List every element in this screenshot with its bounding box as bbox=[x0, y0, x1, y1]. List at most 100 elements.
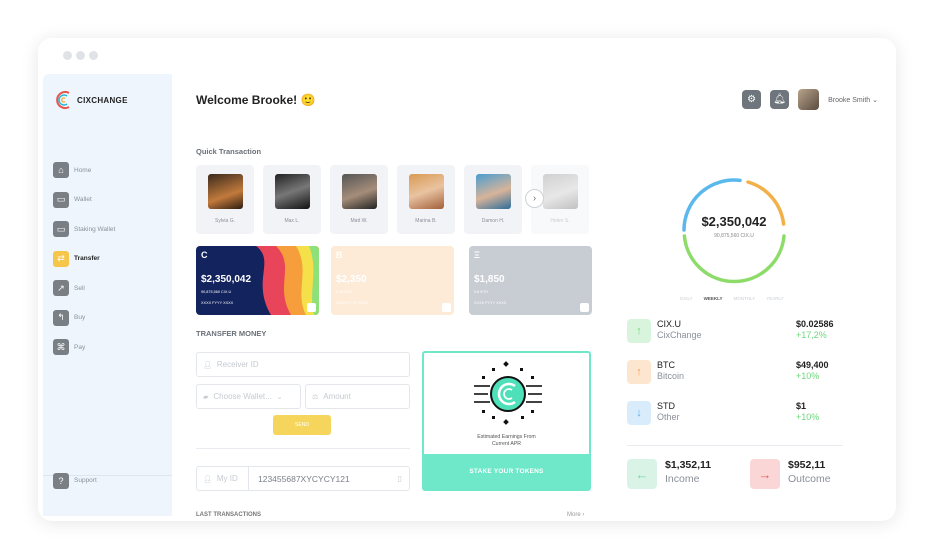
card-amount: $2,350 bbox=[336, 274, 367, 285]
contact-card[interactable]: Marina B. bbox=[397, 165, 455, 234]
estimated-line-2: Current APR bbox=[491, 441, 522, 447]
page-title: Welcome Brooke! 🙂 bbox=[196, 93, 316, 107]
app-logo[interactable]: CIXCHANGE bbox=[54, 89, 128, 111]
contact-card[interactable]: Damon H. bbox=[464, 165, 522, 234]
avatar[interactable] bbox=[798, 89, 820, 110]
estimated-earnings-text: Estimated Earnings From Current APR bbox=[424, 434, 589, 448]
send-button[interactable]: SEND bbox=[273, 415, 331, 435]
contact-name: Matt W. bbox=[350, 218, 368, 224]
contact-card[interactable]: Max L. bbox=[263, 165, 321, 234]
outcome-amount: $952,11 bbox=[788, 459, 826, 471]
sidebar-item-home[interactable]: ⌂ Home bbox=[53, 162, 115, 178]
amount-field[interactable]: ⚖ Amount bbox=[305, 384, 410, 409]
period-tabs: DAILY WEEKLY MONTHLY YEARLY bbox=[680, 296, 784, 301]
wallet-card-cix[interactable]: C $2,350,042 90,875,560 CIX.U XXXX FYYY … bbox=[196, 246, 319, 315]
sidebar-item-sell[interactable]: ↗ Sell bbox=[53, 280, 115, 296]
contact-name: Max L. bbox=[284, 218, 300, 224]
card-amount: $1,850 bbox=[474, 274, 505, 285]
contact-name: Sylvia G. bbox=[214, 218, 235, 224]
sidebar-nav: ⌂ Home ▭ Wallet ▭ Staking Wallet ⇄ Trans… bbox=[53, 162, 115, 369]
contact-name: Marina B. bbox=[415, 218, 437, 224]
sidebar-item-staking-wallet[interactable]: ▭ Staking Wallet bbox=[53, 221, 115, 237]
contact-avatar bbox=[207, 174, 243, 209]
coin-row-cixu[interactable]: ↑ CIX.U CixChange bbox=[627, 319, 702, 343]
stake-tokens-button[interactable]: STAKE YOUR TOKENS bbox=[424, 454, 589, 489]
sidebar-item-support[interactable]: ? Support bbox=[53, 472, 97, 489]
transfer-icon: ⇄ bbox=[53, 250, 69, 267]
user-name: Brooke Smith bbox=[828, 96, 871, 104]
choose-wallet-select[interactable]: ▰ Choose Wallet... ⌄ bbox=[196, 384, 301, 409]
quick-transaction-label: Quick Transaction bbox=[196, 147, 262, 156]
window-dot[interactable] bbox=[63, 51, 72, 60]
income-summary: ← $1,352,11 Income bbox=[627, 459, 711, 489]
window-controls bbox=[63, 51, 98, 60]
coin-values-btc: $49,400 +10% bbox=[796, 360, 829, 381]
tab-monthly[interactable]: MONTHLY bbox=[734, 296, 756, 301]
user-icon: 👤︎ bbox=[203, 361, 212, 369]
ethereum-icon: Ξ bbox=[474, 250, 480, 260]
coin-row-btc[interactable]: ↑ BTC Bitcoin bbox=[627, 360, 684, 384]
my-id-field[interactable]: 👤︎ My ID 123455687XYCYCY121 ▯ bbox=[196, 466, 410, 491]
contact-name: Helen S. bbox=[550, 218, 570, 224]
tab-yearly[interactable]: YEARLY bbox=[766, 296, 783, 301]
receiver-id-placeholder: Receiver ID bbox=[216, 360, 259, 369]
copy-icon[interactable] bbox=[442, 303, 451, 312]
estimated-line-1: Estimated Earnings From bbox=[477, 434, 536, 440]
coin-price: $1 bbox=[796, 401, 807, 411]
help-icon: ? bbox=[53, 472, 69, 489]
contact-card[interactable]: Sylvia G. bbox=[196, 165, 254, 234]
contact-avatar bbox=[408, 174, 444, 209]
tab-daily[interactable]: DAILY bbox=[680, 296, 693, 301]
outcome-summary: → $952,11 Outcome bbox=[750, 459, 831, 489]
contact-avatar bbox=[274, 174, 310, 209]
contact-card[interactable]: Matt W. bbox=[330, 165, 388, 234]
wallet-card-btc[interactable]: B $2,350 0.16 BTC XXXX FYYY XXXX bbox=[331, 246, 454, 315]
copy-icon[interactable]: ▯ bbox=[398, 474, 402, 483]
window-dot[interactable] bbox=[76, 51, 85, 60]
sidebar-item-buy[interactable]: ↰ Buy bbox=[53, 309, 115, 326]
card-subtitle: 90,875,560 CIX.U bbox=[201, 290, 232, 294]
copy-icon[interactable] bbox=[307, 303, 316, 312]
contact-avatar bbox=[341, 174, 377, 209]
coin-symbol: BTC bbox=[657, 360, 675, 370]
contact-avatar bbox=[475, 174, 511, 209]
card-subtitle: 0.16 BTC bbox=[336, 290, 353, 294]
more-link[interactable]: More › bbox=[567, 512, 584, 518]
bell-icon: 🔔︎ bbox=[773, 94, 786, 105]
balance-ring-chart bbox=[682, 178, 786, 284]
coin-name: CixChange bbox=[657, 330, 702, 340]
settings-button[interactable]: ⚙ bbox=[742, 90, 762, 109]
receiver-id-field[interactable]: 👤︎ Receiver ID bbox=[196, 352, 410, 377]
sell-icon: ↗ bbox=[53, 280, 69, 296]
app-name: CIXCHANGE bbox=[77, 95, 128, 105]
contact-name: Damon H. bbox=[481, 218, 505, 224]
total-balance-sub: 90,875,560 CIX.U bbox=[714, 233, 754, 239]
coin-row-std[interactable]: ↓ STD Other bbox=[627, 401, 680, 425]
income-label: Income bbox=[665, 473, 700, 485]
coin-symbol: STD bbox=[657, 401, 675, 411]
window-dot[interactable] bbox=[89, 51, 98, 60]
sidebar: CIXCHANGE ⌂ Home ▭ Wallet ▭ Staking Wall… bbox=[43, 74, 172, 516]
scale-icon: ⚖ bbox=[312, 393, 319, 401]
coin-price: $0.02586 bbox=[796, 319, 834, 329]
sidebar-item-pay[interactable]: ⌘ Pay bbox=[53, 339, 115, 355]
contacts-next-button[interactable]: › bbox=[525, 189, 544, 208]
contact-avatar bbox=[542, 174, 578, 209]
arrow-right-icon: → bbox=[750, 459, 780, 489]
my-id-label-box: 👤︎ My ID bbox=[197, 467, 249, 490]
card-amount: $2,350,042 bbox=[201, 274, 252, 285]
wallet-card-eth[interactable]: Ξ $1,850 0.8 ETH XXXX FYYY XXXX bbox=[469, 246, 592, 315]
notifications-button[interactable]: 🔔︎ bbox=[770, 90, 790, 109]
sidebar-item-transfer[interactable]: ⇄ Transfer bbox=[53, 250, 115, 267]
tab-weekly[interactable]: WEEKLY bbox=[704, 296, 723, 301]
copy-icon[interactable] bbox=[580, 303, 589, 312]
chevron-right-icon: › bbox=[532, 193, 537, 204]
user-menu[interactable]: Brooke Smith ⌄ bbox=[828, 96, 878, 104]
amount-placeholder: Amount bbox=[323, 392, 351, 401]
sidebar-item-wallet[interactable]: ▭ Wallet bbox=[53, 191, 115, 208]
card-number: XXXX FYYY XXXX bbox=[201, 301, 234, 305]
coin-values-std: $1 +10% bbox=[796, 401, 819, 422]
staking-coin-icon bbox=[474, 361, 542, 425]
cix-logo-icon: C bbox=[201, 250, 208, 260]
sidebar-item-label: Wallet bbox=[74, 196, 92, 203]
